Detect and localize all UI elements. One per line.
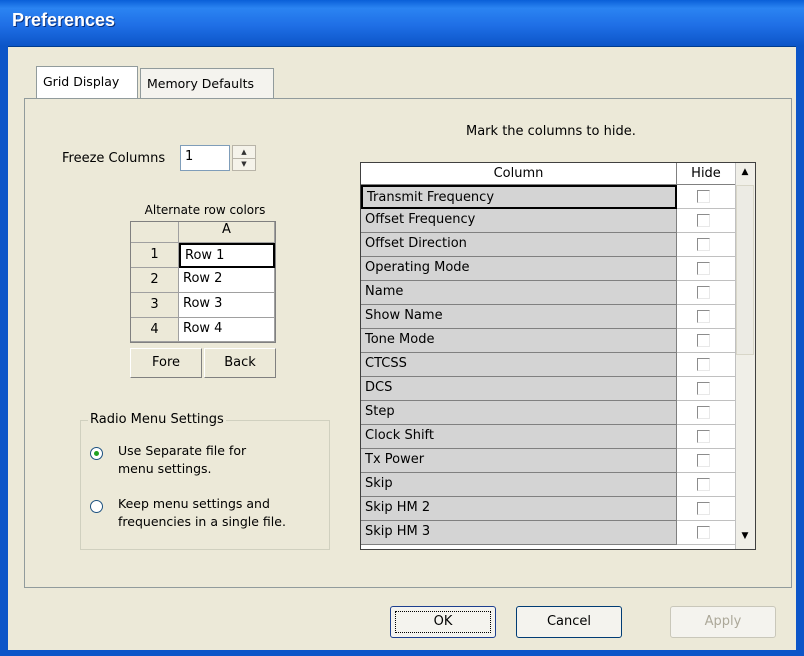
tab-grid-display[interactable]: Grid Display (36, 66, 138, 98)
back-button[interactable]: Back (204, 348, 276, 378)
single-file-label-line1: Keep menu settings and (118, 496, 270, 511)
fore-button[interactable]: Fore (130, 348, 202, 378)
column-row-name[interactable]: Clock Shift (361, 425, 677, 449)
spin-down-icon[interactable]: ▼ (233, 158, 255, 170)
hide-checkbox[interactable] (697, 358, 710, 371)
focus-rect (395, 611, 491, 633)
hide-cell (677, 233, 735, 257)
window-title: Preferences (12, 10, 116, 30)
hide-cell (677, 521, 735, 545)
column-row-name[interactable]: Name (361, 281, 677, 305)
radio-selected-dot (94, 451, 99, 456)
column-row-name[interactable]: Skip (361, 473, 677, 497)
row-number: 4 (131, 318, 179, 342)
row-color-cell[interactable]: Row 1 (179, 243, 275, 268)
separate-file-label-line1: Use Separate file for (118, 443, 247, 458)
scroll-thumb[interactable] (736, 185, 754, 355)
cancel-button[interactable]: Cancel (516, 606, 622, 638)
grid-corner (131, 222, 179, 243)
title-bar[interactable]: Preferences (0, 0, 804, 47)
column-row-name[interactable]: Skip HM 2 (361, 497, 677, 521)
row-number: 1 (131, 243, 179, 268)
hide-cell (677, 353, 735, 377)
hide-checkbox[interactable] (697, 526, 710, 539)
ok-button[interactable]: OK (390, 606, 496, 638)
column-row-name[interactable]: Show Name (361, 305, 677, 329)
hide-checkbox[interactable] (697, 214, 710, 227)
single-file-label-line2: frequencies in a single file. (118, 514, 286, 529)
hide-checkbox[interactable] (697, 454, 710, 467)
apply-button[interactable]: Apply (670, 606, 776, 638)
alternate-row-colors-caption: Alternate row colors (144, 203, 266, 217)
hide-cell (677, 185, 735, 209)
hide-checkbox[interactable] (697, 502, 710, 515)
hide-cell (677, 497, 735, 521)
column-row-name[interactable]: Skip HM 3 (361, 521, 677, 545)
hide-checkbox[interactable] (697, 334, 710, 347)
hide-checkbox[interactable] (697, 478, 710, 491)
radio-menu-settings-title: Radio Menu Settings (88, 412, 226, 427)
hide-cell (677, 473, 735, 497)
row-number: 2 (131, 268, 179, 293)
hide-cell (677, 449, 735, 473)
hide-cell (677, 209, 735, 233)
hide-checkbox[interactable] (697, 238, 710, 251)
row-number: 3 (131, 293, 179, 318)
separate-file-label-line2: menu settings. (118, 461, 212, 476)
scroll-down-icon[interactable]: ▼ (738, 531, 752, 543)
hide-checkbox[interactable] (697, 310, 710, 323)
scroll-up-icon[interactable]: ▲ (738, 167, 752, 179)
alternate-row-grid: A 1 Row 1 2 Row 2 3 Row 3 4 Row 4 (130, 221, 276, 343)
freeze-columns-label: Freeze Columns (62, 151, 166, 166)
window-frame-bottom (0, 650, 804, 656)
column-row-name[interactable]: Tone Mode (361, 329, 677, 353)
hide-cell (677, 281, 735, 305)
radio-menu-settings-group (80, 420, 330, 550)
window-frame-right (796, 46, 804, 656)
column-row-name[interactable]: Offset Direction (361, 233, 677, 257)
hide-cell (677, 377, 735, 401)
row-color-cell[interactable]: Row 4 (179, 318, 275, 342)
column-row-name[interactable]: Step (361, 401, 677, 425)
column-row-name[interactable]: Operating Mode (361, 257, 677, 281)
column-row-name[interactable]: DCS (361, 377, 677, 401)
row-color-cell[interactable]: Row 2 (179, 268, 275, 293)
hide-cell (677, 425, 735, 449)
vertical-scrollbar[interactable]: ▲ ▼ (735, 163, 755, 549)
row-color-cell[interactable]: Row 3 (179, 293, 275, 318)
freeze-columns-input[interactable]: 1 (180, 145, 230, 171)
separate-file-radio[interactable] (90, 447, 103, 460)
column-header[interactable]: Column (361, 163, 677, 185)
column-row-name[interactable]: Transmit Frequency (361, 185, 677, 209)
hide-cell (677, 329, 735, 353)
column-row-name[interactable]: Tx Power (361, 449, 677, 473)
hide-checkbox[interactable] (697, 406, 710, 419)
column-row-name[interactable]: Offset Frequency (361, 209, 677, 233)
hide-checkbox[interactable] (697, 382, 710, 395)
hide-cell (677, 401, 735, 425)
hide-cell (677, 257, 735, 281)
window-frame-left (0, 46, 8, 656)
hide-checkbox[interactable] (697, 262, 710, 275)
tab-memory-defaults[interactable]: Memory Defaults (140, 68, 274, 98)
hide-checkbox[interactable] (697, 286, 710, 299)
columns-instruction: Mark the columns to hide. (466, 124, 636, 139)
hide-header[interactable]: Hide (677, 163, 735, 185)
columns-grid: Column Hide Transmit Frequency Offset Fre… (360, 162, 756, 550)
single-file-radio[interactable] (90, 500, 103, 513)
freeze-columns-spinner[interactable]: ▲ ▼ (232, 145, 256, 171)
hide-checkbox[interactable] (697, 430, 710, 443)
grid-column-header: A (179, 222, 275, 243)
hide-cell (677, 305, 735, 329)
column-row-name[interactable]: CTCSS (361, 353, 677, 377)
hide-checkbox[interactable] (697, 190, 710, 203)
